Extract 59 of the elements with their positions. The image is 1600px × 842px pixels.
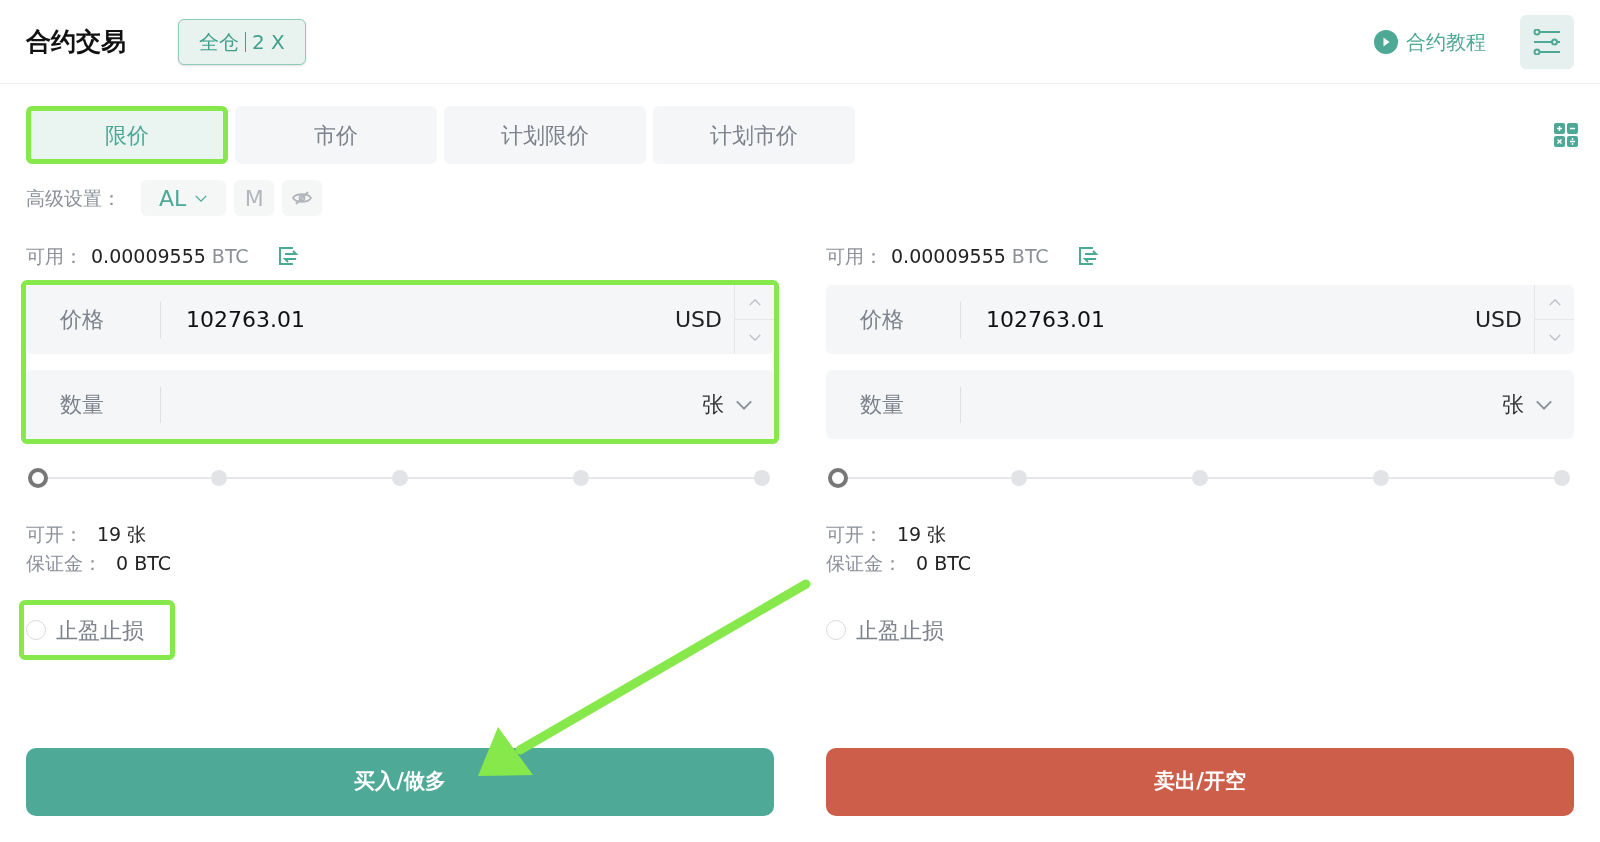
quantity-field[interactable]: 数量 张 <box>26 370 774 439</box>
take-profit-stop-loss-checkbox[interactable]: 止盈止损 <box>819 600 975 660</box>
play-icon <box>1374 29 1398 54</box>
available-unit: BTC <box>1011 243 1049 269</box>
price-value: 102763.01 <box>985 306 1106 334</box>
submit-button[interactable]: 卖出/开空 <box>826 748 1574 816</box>
margin-label: 保证金： <box>26 550 102 576</box>
available-value: 0.00009555 <box>91 243 206 269</box>
openable-value: 19 张 <box>97 521 147 547</box>
up-caret-icon <box>747 297 762 307</box>
quantity-unit: 张 <box>702 391 724 419</box>
margin-value: 0 BTC <box>916 550 971 576</box>
quantity-label: 数量 <box>826 386 961 423</box>
tutorial-link[interactable]: 合约教程 <box>1374 26 1486 57</box>
order-type-tab[interactable]: 市价 <box>235 106 437 164</box>
hidden-eye-icon <box>292 191 313 205</box>
margin-value: 0 BTC <box>116 550 171 576</box>
advanced-settings-label: 高级设置： <box>26 185 121 211</box>
slider-thumb[interactable] <box>828 468 848 488</box>
leverage-button[interactable]: 全仓 2 X <box>178 18 306 65</box>
visibility-button[interactable] <box>282 180 323 216</box>
submit-button[interactable]: 买入/做多 <box>26 748 774 816</box>
up-caret-icon <box>1547 297 1562 307</box>
take-profit-stop-loss-checkbox[interactable]: 止盈止损 <box>19 600 175 660</box>
down-caret-icon <box>1547 332 1562 342</box>
margin-mode-label: 全仓 <box>199 28 239 56</box>
slider-thumb[interactable] <box>28 468 48 488</box>
settings-button[interactable] <box>1520 14 1574 69</box>
price-unit: USD <box>675 306 723 334</box>
leverage-label: 2 X <box>252 28 285 56</box>
quantity-field[interactable]: 数量 张 <box>826 370 1574 439</box>
caret-icon <box>1534 398 1554 411</box>
order-type-tab[interactable]: 计划限价 <box>444 106 646 164</box>
sliders-icon <box>1532 28 1562 55</box>
price-label: 价格 <box>826 301 961 338</box>
openable-label: 可开： <box>26 521 83 547</box>
available-label: 可用： <box>26 243 83 269</box>
caret-icon <box>194 193 209 203</box>
price-label: 价格 <box>26 301 161 338</box>
quantity-label: 数量 <box>26 386 161 423</box>
margin-label: 保证金： <box>826 550 902 576</box>
mode-button[interactable]: M <box>234 180 275 216</box>
page-title: 合约交易 <box>26 25 126 58</box>
order-type-tab[interactable]: 计划市价 <box>653 106 855 164</box>
strategy-dropdown[interactable]: AL <box>141 180 227 216</box>
down-caret-icon <box>747 332 762 342</box>
available-unit: BTC <box>211 243 249 269</box>
available-label: 可用： <box>826 243 883 269</box>
price-unit: USD <box>1475 306 1523 334</box>
price-value: 102763.01 <box>185 306 306 334</box>
caret-icon <box>734 398 754 411</box>
available-value: 0.00009555 <box>891 243 1006 269</box>
price-field[interactable]: 价格 102763.01 USD <box>826 285 1574 354</box>
openable-value: 19 张 <box>897 521 947 547</box>
order-type-tab[interactable]: 限价 <box>26 106 228 164</box>
price-field[interactable]: 价格 102763.01 USD <box>26 285 774 354</box>
quantity-unit: 张 <box>1502 391 1524 419</box>
openable-label: 可开： <box>826 521 883 547</box>
calculator-icon[interactable] <box>1554 123 1578 147</box>
